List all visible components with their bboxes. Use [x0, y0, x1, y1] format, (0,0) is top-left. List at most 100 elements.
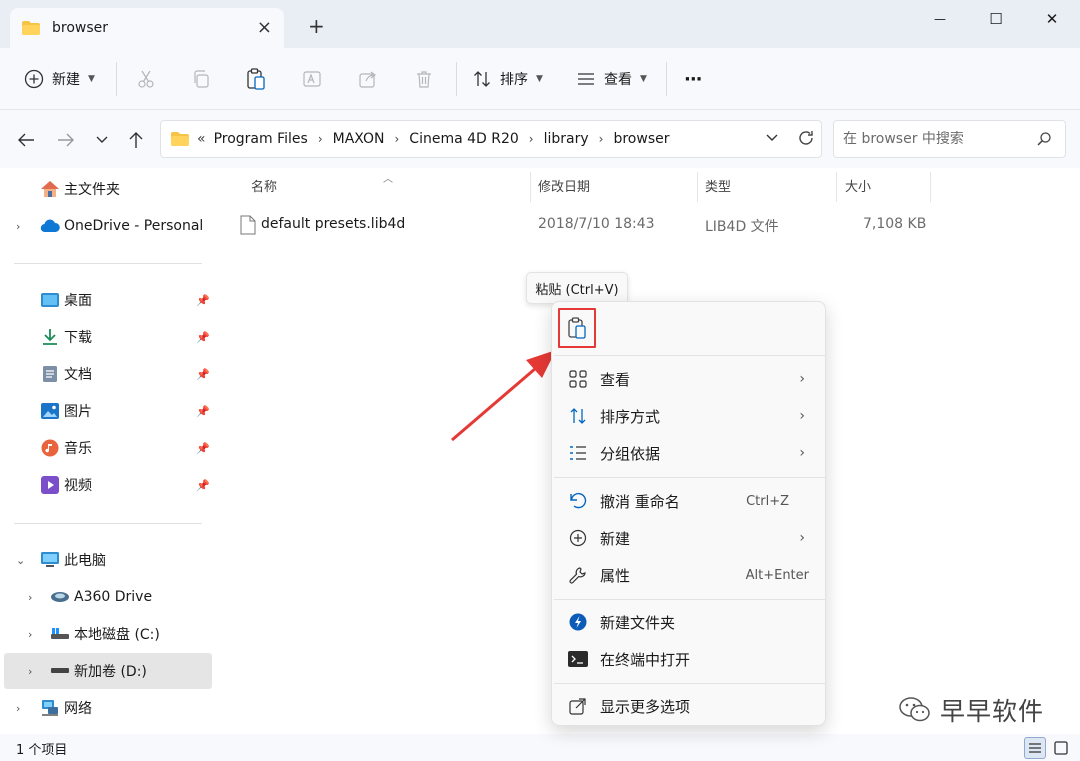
menu-item-new[interactable]: 新建 › — [556, 520, 823, 556]
column-divider[interactable] — [836, 172, 837, 202]
recent-locations-button[interactable] — [90, 130, 114, 150]
chevron-right-icon: › — [799, 371, 805, 387]
sort-icon — [568, 406, 588, 426]
refresh-icon[interactable] — [797, 129, 815, 147]
column-header-size[interactable]: 大小 — [845, 168, 871, 202]
command-bar: 新建 ▼ 排序 ▼ 查看 ▼ ··· — [0, 48, 1080, 110]
chevron-right-icon[interactable]: › — [16, 702, 20, 715]
chevron-right-icon[interactable]: › — [28, 591, 32, 604]
column-header-type[interactable]: 类型 — [705, 168, 731, 202]
menu-item-open-in-terminal[interactable]: 在终端中打开 — [556, 641, 823, 677]
sidebar-item-this-pc[interactable]: ⌄ 此电脑 — [4, 542, 212, 578]
sidebar-item-videos[interactable]: 视频 📌 — [4, 467, 212, 503]
sidebar-item-desktop[interactable]: 桌面 📌 — [4, 282, 212, 318]
chevron-right-icon[interactable]: › — [529, 132, 534, 146]
more-options-button[interactable]: ··· — [684, 64, 702, 94]
breadcrumb-maxon[interactable]: MAXON — [333, 131, 385, 147]
breadcrumb-cinema4d[interactable]: Cinema 4D R20 — [409, 131, 519, 147]
sidebar-item-pictures[interactable]: 图片 📌 — [4, 393, 212, 429]
chevron-right-icon: › — [799, 530, 805, 546]
breadcrumb-program-files[interactable]: Program Files — [214, 131, 308, 147]
paste-button[interactable] — [558, 308, 596, 348]
chevron-right-icon[interactable]: › — [394, 132, 399, 146]
chevron-right-icon: › — [799, 408, 805, 424]
sidebar-item-home[interactable]: 主文件夹 — [4, 171, 212, 207]
search-input[interactable] — [843, 131, 1023, 147]
back-button[interactable] — [14, 130, 38, 150]
pin-icon[interactable]: 📌 — [196, 368, 210, 381]
search-box[interactable] — [833, 120, 1066, 158]
tiles-view-button[interactable] — [1050, 737, 1072, 759]
pin-icon[interactable]: 📌 — [196, 331, 210, 344]
pin-icon[interactable]: 📌 — [196, 442, 210, 455]
sidebar-item-drive-c[interactable]: › 本地磁盘 (C:) — [4, 616, 212, 652]
menu-item-view[interactable]: 查看 › — [556, 361, 823, 397]
menu-item-new-folder[interactable]: 新建文件夹 — [556, 604, 823, 640]
menu-item-group-by[interactable]: 分组依据 › — [556, 435, 823, 471]
annotation-arrow — [451, 350, 556, 442]
address-bar[interactable]: « Program Files › MAXON › Cinema 4D R20 … — [160, 120, 822, 158]
details-view-button[interactable] — [1024, 737, 1046, 759]
column-header-modified[interactable]: 修改日期 — [538, 168, 590, 202]
share-icon — [359, 71, 376, 88]
chevron-right-icon[interactable]: › — [599, 132, 604, 146]
tab-browser[interactable]: browser × — [10, 8, 284, 48]
chevron-down-icon[interactable]: ⌄ — [16, 554, 25, 567]
minimize-button[interactable]: — — [920, 8, 960, 30]
sidebar-item-music[interactable]: 音乐 📌 — [4, 430, 212, 466]
menu-item-undo-rename[interactable]: 撤消 重命名 Ctrl+Z — [556, 483, 823, 519]
chevron-down-icon[interactable] — [765, 133, 779, 143]
view-button[interactable]: 查看 ▼ — [576, 64, 647, 94]
delete-button[interactable] — [414, 64, 434, 94]
pin-icon[interactable]: 📌 — [196, 479, 210, 492]
close-button[interactable]: ✕ — [1032, 8, 1072, 30]
chevron-right-icon[interactable]: › — [28, 665, 32, 678]
share-button[interactable] — [358, 64, 378, 94]
menu-item-properties[interactable]: 属性 Alt+Enter — [556, 557, 823, 593]
menu-item-label: 在终端中打开 — [600, 650, 691, 669]
breadcrumb-overflow[interactable]: « — [197, 131, 206, 147]
sort-button[interactable]: 排序 ▼ — [472, 64, 543, 94]
sidebar-item-downloads[interactable]: 下载 📌 — [4, 319, 212, 355]
sort-ascending-icon: ︿ — [383, 174, 393, 185]
copy-button[interactable] — [191, 64, 211, 94]
new-button[interactable]: 新建 ▼ — [24, 64, 95, 94]
watermark-text: 早早软件 — [940, 697, 1045, 726]
main-area: 主文件夹 › OneDrive - Personal 桌面 📌 下载 📌 文档 … — [0, 168, 1080, 734]
column-divider[interactable] — [697, 172, 698, 202]
new-button-label: 新建 — [52, 72, 80, 88]
menu-item-show-more-options[interactable]: 显示更多选项 — [556, 688, 823, 724]
menu-item-sort-by[interactable]: 排序方式 › — [556, 398, 823, 434]
column-divider[interactable] — [930, 172, 931, 202]
up-button[interactable] — [124, 130, 148, 150]
sidebar-item-network[interactable]: › 网络 — [4, 690, 212, 726]
sidebar-item-a360-drive[interactable]: › A360 Drive — [4, 579, 212, 615]
chevron-right-icon[interactable]: › — [318, 132, 323, 146]
chevron-right-icon[interactable]: › — [28, 628, 32, 641]
paste-toolbar-button[interactable] — [246, 64, 266, 94]
maximize-button[interactable]: ☐ — [976, 8, 1016, 30]
file-icon — [240, 215, 256, 239]
column-divider[interactable] — [530, 172, 531, 202]
navigation-bar: « Program Files › MAXON › Cinema 4D R20 … — [0, 110, 1080, 168]
pin-icon[interactable]: 📌 — [196, 405, 210, 418]
sidebar-item-documents[interactable]: 文档 📌 — [4, 356, 212, 392]
new-tab-icon[interactable]: + — [308, 14, 325, 38]
pin-icon[interactable]: 📌 — [196, 294, 210, 307]
menu-divider — [554, 355, 825, 356]
menu-item-label: 撤消 重命名 — [600, 492, 680, 511]
forward-button[interactable] — [54, 130, 78, 150]
rename-button[interactable] — [302, 64, 322, 94]
menu-item-shortcut: Alt+Enter — [745, 567, 809, 583]
file-row[interactable]: default presets.lib4d 2018/7/10 18:43 LI… — [228, 208, 948, 242]
chevron-right-icon[interactable]: › — [16, 220, 20, 233]
desktop-icon — [40, 290, 60, 310]
sidebar-item-drive-d[interactable]: › 新加卷 (D:) — [4, 653, 212, 689]
sidebar-item-onedrive[interactable]: › OneDrive - Personal — [4, 208, 212, 244]
item-count: 1 个项目 — [16, 743, 68, 758]
breadcrumb-library[interactable]: library — [544, 131, 589, 147]
column-header-name[interactable]: 名称 — [251, 168, 277, 202]
breadcrumb-browser[interactable]: browser — [613, 131, 669, 147]
tab-close-icon[interactable]: × — [257, 17, 272, 38]
cut-button[interactable] — [136, 64, 156, 94]
